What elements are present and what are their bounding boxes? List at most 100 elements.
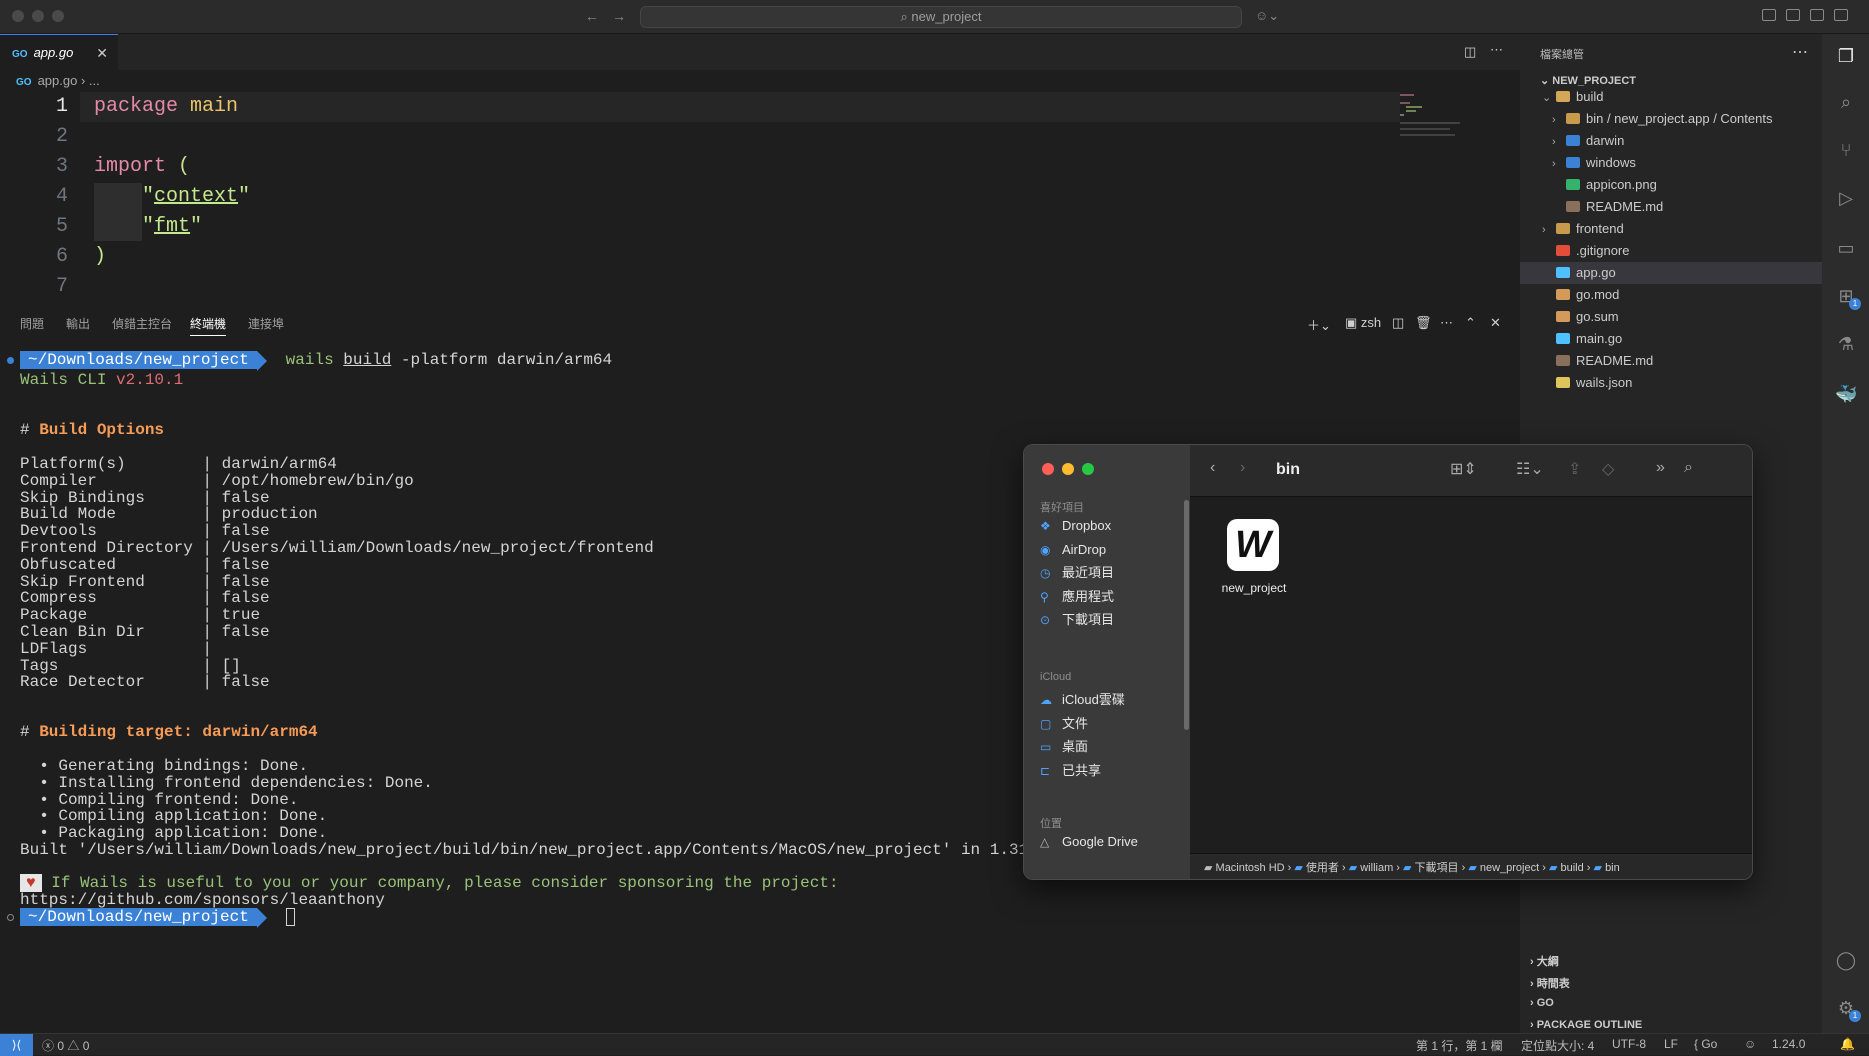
forward-arrow-icon[interactable]: → (612, 8, 626, 24)
tab-output[interactable]: 輸出 (66, 315, 90, 332)
copilot-status-icon[interactable]: ☺ (1744, 1037, 1756, 1051)
code-line[interactable]: 6) (0, 242, 1500, 272)
finder-close-button[interactable] (1042, 463, 1054, 475)
sidebar-item-icloud[interactable]: ☁ iCloud雲碟 (1040, 689, 1125, 711)
explorer-more-icon[interactable]: ⋯ (1792, 42, 1808, 62)
path-segment[interactable]: ▰ bin (1594, 862, 1620, 874)
sidebar-item-icloud[interactable]: ▭ 桌面 (1040, 736, 1088, 758)
tree-item[interactable]: README.md (1552, 196, 1663, 218)
breadcrumb-file[interactable]: app.go (38, 73, 78, 88)
file-label[interactable]: new_project (1204, 581, 1304, 595)
command-center-search[interactable]: ⌕ new_project (640, 6, 1242, 28)
sidebar-item-favorite[interactable]: ⚲ 應用程式 (1040, 586, 1114, 608)
tree-item[interactable]: › bin / new_project.app / Contents (1552, 108, 1772, 130)
toggle-secondary-sidebar-icon[interactable] (1834, 9, 1848, 21)
code-line[interactable]: 1 package main (0, 92, 1500, 122)
code-line[interactable]: 2 (0, 122, 1500, 152)
sidebar-section[interactable]: › PACKAGE OUTLINE (1530, 1019, 1642, 1031)
finder-forward-icon[interactable]: › (1240, 459, 1245, 477)
problems-status[interactable]: ⓧ 0 △ 0 (42, 1037, 89, 1054)
sidebar-item-favorite[interactable]: ◷ 最近項目 (1040, 562, 1114, 584)
tree-item[interactable]: app.go (1542, 262, 1616, 284)
more-actions-icon[interactable]: ⋯ (1490, 42, 1503, 58)
tree-item[interactable]: ⌄ build (1542, 86, 1603, 108)
settings-gear-icon[interactable]: ⚙ 1 (1835, 998, 1861, 1022)
end-of-line[interactable]: LF (1664, 1037, 1678, 1051)
search-icon[interactable]: ⌕ (1835, 92, 1857, 112)
cursor-position[interactable]: 第 1 行，第 1 欄 (1416, 1037, 1503, 1054)
finder-back-icon[interactable]: ‹ (1210, 459, 1215, 477)
source-control-icon[interactable]: ⑂ (1835, 140, 1857, 160)
docker-icon[interactable]: 🐳 (1835, 384, 1857, 404)
kill-terminal-icon[interactable]: 🗑 (1415, 315, 1432, 331)
tree-item[interactable]: go.mod (1542, 284, 1619, 306)
code-editor[interactable]: 1 package main 2 3 import (4 "context" 5 "fmt… (0, 92, 1500, 302)
new-terminal-icon[interactable]: ＋⌄ (1307, 315, 1331, 334)
sidebar-scrollbar[interactable] (1184, 500, 1189, 730)
path-segment[interactable]: ▰ 下載項目 (1403, 862, 1459, 874)
path-segment[interactable]: ▰ 使用者 (1294, 862, 1339, 874)
more-toolbar-icon[interactable]: » (1656, 459, 1665, 477)
split-terminal-icon[interactable]: ◫ (1392, 315, 1404, 331)
code-line[interactable]: 4 "context" (0, 182, 1500, 212)
sidebar-item-favorite[interactable]: ◉ AirDrop (1040, 539, 1106, 561)
finder-minimize-button[interactable] (1062, 463, 1074, 475)
tree-item[interactable]: appicon.png (1552, 174, 1657, 196)
minimap[interactable] (1400, 92, 1470, 152)
close-panel-icon[interactable]: ✕ (1490, 315, 1501, 331)
tab-terminal[interactable]: 終端機 (190, 315, 227, 336)
tab-app-go[interactable]: GO app.go ✕ (0, 34, 118, 70)
remote-explorer-icon[interactable]: ▭ (1835, 238, 1857, 258)
wails-app-icon[interactable]: W (1227, 519, 1279, 571)
view-mode-icon[interactable]: ⊞⇕ (1450, 459, 1477, 479)
split-editor-icon[interactable]: ◫ (1464, 44, 1476, 60)
share-icon[interactable]: ⇪ (1568, 459, 1581, 479)
maximize-panel-icon[interactable]: ⌃ (1465, 315, 1476, 331)
minimize-window-button[interactable] (32, 10, 44, 22)
finder-search-icon[interactable]: ⌕ (1684, 459, 1693, 477)
back-arrow-icon[interactable]: ← (585, 8, 599, 24)
toggle-primary-sidebar-icon[interactable] (1786, 9, 1800, 21)
notifications-bell-icon[interactable]: 🔔 (1840, 1037, 1855, 1051)
sidebar-section[interactable]: › GO (1530, 997, 1554, 1009)
code-line[interactable]: 5 "fmt" (0, 212, 1500, 242)
accounts-icon[interactable]: ◯ (1835, 950, 1857, 970)
sidebar-item-favorite[interactable]: ❖ Dropbox (1040, 515, 1111, 537)
tree-item[interactable]: main.go (1542, 328, 1622, 350)
tree-item[interactable]: README.md (1542, 350, 1653, 372)
language-mode[interactable]: { Go (1694, 1037, 1717, 1051)
sidebar-item-google-drive[interactable]: △ Google Drive (1040, 831, 1138, 853)
testing-icon[interactable]: ⚗ (1835, 334, 1857, 354)
toggle-panel-icon[interactable] (1810, 9, 1824, 21)
code-line[interactable]: 7 (0, 272, 1500, 302)
sidebar-item-icloud[interactable]: ▢ 文件 (1040, 713, 1088, 735)
sidebar-section[interactable]: › 大綱 (1530, 953, 1559, 969)
more-panel-actions-icon[interactable]: ⋯ (1440, 315, 1453, 331)
zoom-window-button[interactable] (52, 10, 64, 22)
tree-item[interactable]: › darwin (1552, 130, 1624, 152)
tab-problems[interactable]: 問題 (20, 315, 44, 332)
go-version[interactable]: 1.24.0 (1772, 1037, 1805, 1051)
sidebar-item-favorite[interactable]: ⊙ 下載項目 (1040, 609, 1114, 631)
tree-item[interactable]: .gitignore (1542, 240, 1629, 262)
remote-indicator-icon[interactable]: ⟩⟨ (0, 1034, 33, 1056)
sidebar-section[interactable]: › 時間表 (1530, 975, 1570, 991)
close-tab-icon[interactable]: ✕ (96, 35, 108, 71)
group-icon[interactable]: ☷⌄ (1516, 459, 1544, 479)
indentation[interactable]: 定位點大小: 4 (1521, 1037, 1594, 1054)
explorer-icon[interactable]: ❐ (1835, 46, 1857, 66)
tab-ports[interactable]: 連接埠 (248, 315, 284, 332)
tree-item[interactable]: › windows (1552, 152, 1636, 174)
close-window-button[interactable] (12, 10, 24, 22)
path-segment[interactable]: ▰ build (1549, 862, 1584, 874)
layout-icon[interactable] (1762, 9, 1776, 21)
copilot-icon[interactable]: ☺⌄ (1255, 8, 1279, 24)
terminal-shell-label[interactable]: ▣ zsh (1345, 315, 1381, 331)
extensions-icon[interactable]: ⊞ 1 (1835, 286, 1861, 310)
run-debug-icon[interactable]: ▷ (1835, 188, 1857, 208)
path-segment[interactable]: ▰ william (1349, 862, 1394, 874)
finder-zoom-button[interactable] (1082, 463, 1094, 475)
tree-item[interactable]: › frontend (1542, 218, 1624, 240)
tag-icon[interactable]: ◇ (1602, 459, 1614, 479)
tree-item[interactable]: go.sum (1542, 306, 1619, 328)
